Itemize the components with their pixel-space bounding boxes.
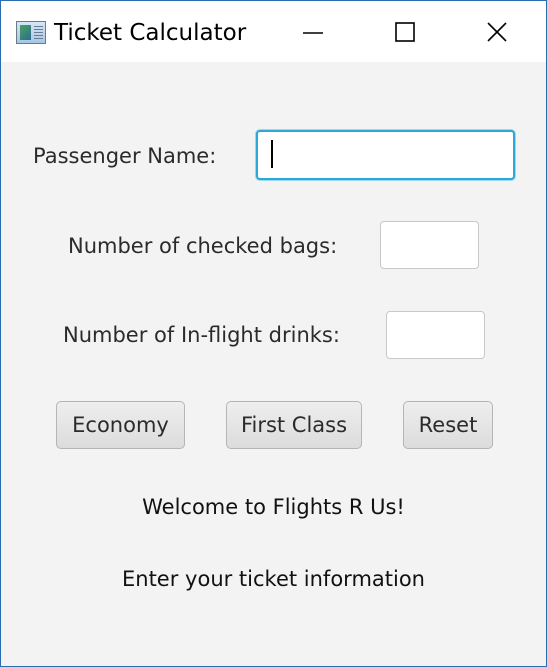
text-caret bbox=[271, 140, 273, 168]
welcome-message: Welcome to Flights R Us! bbox=[142, 495, 405, 519]
minimize-button[interactable] bbox=[267, 1, 359, 62]
reset-button[interactable]: Reset bbox=[403, 401, 493, 449]
checked-bags-input[interactable] bbox=[380, 221, 479, 269]
ticket-calculator-window: Ticket Calculator Passenger Name: Number… bbox=[0, 0, 547, 667]
drinks-label: Number of In-flight drinks: bbox=[63, 323, 340, 347]
instruction-message: Enter your ticket information bbox=[122, 567, 425, 591]
first-class-button[interactable]: First Class bbox=[226, 401, 362, 449]
app-icon bbox=[16, 21, 46, 44]
economy-button[interactable]: Economy bbox=[56, 401, 185, 449]
close-button[interactable] bbox=[451, 1, 543, 62]
passenger-name-label: Passenger Name: bbox=[33, 144, 217, 168]
drinks-input[interactable] bbox=[386, 311, 485, 359]
title-bar[interactable]: Ticket Calculator bbox=[1, 1, 546, 62]
maximize-icon bbox=[395, 22, 415, 42]
passenger-name-wrapper bbox=[256, 130, 515, 180]
maximize-button[interactable] bbox=[359, 1, 451, 62]
passenger-name-input[interactable] bbox=[256, 130, 515, 180]
checked-bags-label: Number of checked bags: bbox=[68, 234, 338, 258]
minimize-icon bbox=[303, 32, 323, 34]
close-icon bbox=[487, 22, 507, 42]
window-title: Ticket Calculator bbox=[54, 20, 247, 46]
